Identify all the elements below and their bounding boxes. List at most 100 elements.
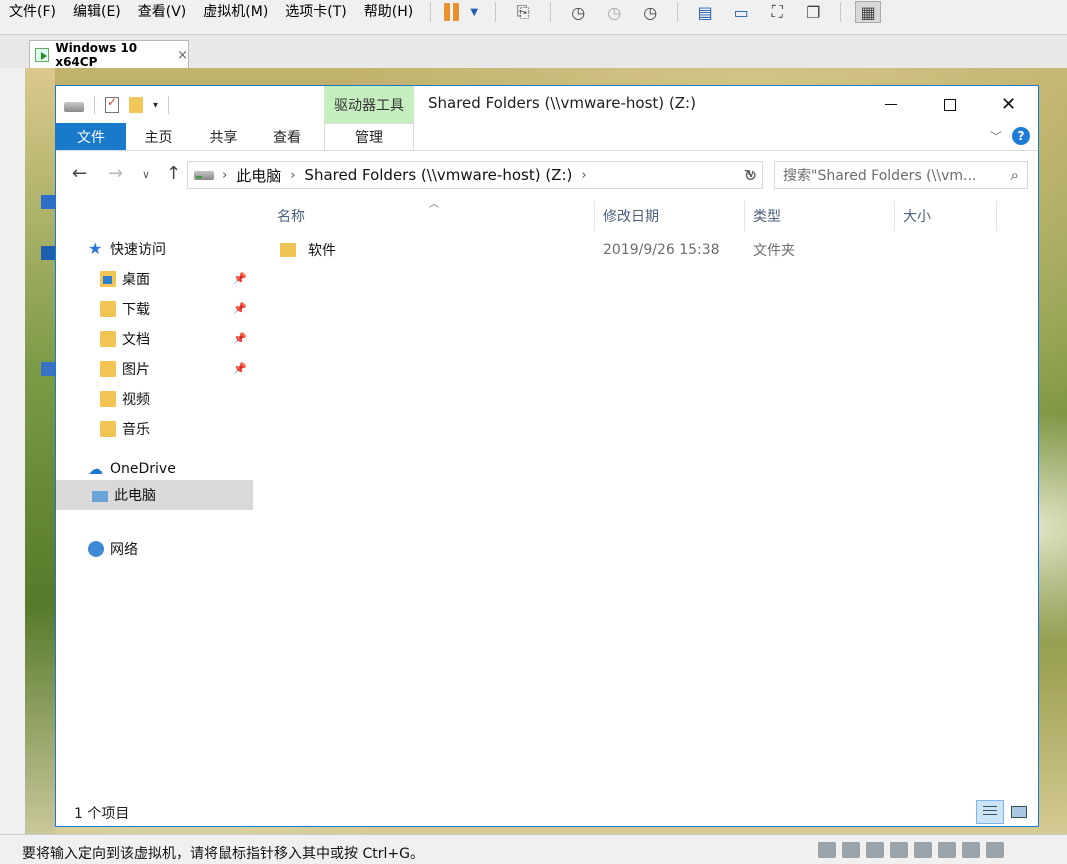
search-input[interactable]: 搜索"Shared Folders (\\vm... ⌕ — [774, 161, 1028, 189]
tab-home[interactable]: 主页 — [126, 123, 191, 150]
thumbnail-bar-icon[interactable]: ▭ — [728, 1, 754, 23]
close-button[interactable]: ✕ — [979, 86, 1038, 123]
nav-downloads[interactable]: 下载 📌 — [56, 295, 253, 323]
menu-edit[interactable]: 编辑(E) — [64, 0, 129, 24]
library-icon[interactable]: ▤ — [692, 1, 718, 23]
nav-music[interactable]: 音乐 — [56, 415, 253, 443]
revert-snapshot-icon[interactable]: ◷ — [601, 1, 627, 23]
nav-onedrive[interactable]: ☁ OneDrive — [56, 455, 253, 483]
sound-icon[interactable] — [914, 842, 932, 858]
minimize-button[interactable] — [861, 86, 920, 123]
chevron-right-icon[interactable]: › — [290, 168, 295, 183]
table-row[interactable]: 软件 2019/9/26 15:38 文件夹 — [273, 238, 1013, 262]
breadcrumb-this-pc[interactable]: 此电脑 — [236, 165, 281, 186]
tab-file[interactable]: 文件 — [56, 123, 126, 150]
file-name: 软件 — [308, 243, 336, 259]
desktop-shortcut-icon[interactable] — [41, 362, 55, 376]
recent-locations-icon[interactable]: ∨ — [142, 168, 150, 181]
videos-folder-icon — [100, 391, 116, 407]
pause-icon[interactable] — [440, 1, 462, 23]
usb-icon[interactable] — [890, 842, 908, 858]
nav-label: 网络 — [110, 542, 138, 558]
nav-label: 文档 — [122, 332, 150, 348]
chevron-right-icon[interactable]: › — [222, 168, 227, 183]
network-drive-icon — [194, 170, 214, 180]
ribbon-right-controls: ﹀ ? — [990, 127, 1030, 145]
pin-icon[interactable]: 📌 — [233, 272, 247, 285]
title-bar[interactable]: ▾ 驱动器工具 Shared Folders (\\vmware-host) (… — [56, 86, 1038, 123]
snapshot-icon[interactable]: ◷ — [565, 1, 591, 23]
console-view-icon[interactable]: ▦ — [855, 1, 882, 23]
refresh-icon[interactable]: ↻ — [739, 161, 763, 189]
chevron-right-icon[interactable]: › — [581, 168, 586, 183]
column-type[interactable]: 类型 — [749, 201, 895, 231]
unity-icon[interactable]: ❐ — [800, 1, 826, 23]
back-arrow-icon[interactable]: ← — [72, 163, 87, 184]
menu-tabs[interactable]: 选项卡(T) — [276, 0, 354, 24]
nav-videos[interactable]: 视频 — [56, 385, 253, 413]
nav-pictures[interactable]: 图片 📌 — [56, 355, 253, 383]
search-placeholder: 搜索"Shared Folders (\\vm... — [783, 168, 977, 184]
cd-rom-icon[interactable] — [842, 842, 860, 858]
new-folder-icon[interactable] — [129, 97, 143, 113]
vm-tab[interactable]: Windows 10 x64CP × — [29, 40, 189, 69]
details-view-button[interactable] — [976, 800, 1004, 824]
forward-arrow-icon[interactable]: → — [108, 163, 123, 184]
printer-icon[interactable] — [938, 842, 956, 858]
menu-file[interactable]: 文件(F) — [0, 0, 64, 24]
properties-icon[interactable] — [105, 95, 119, 113]
menu-help[interactable]: 帮助(H) — [355, 0, 421, 24]
network-adapter-icon[interactable] — [866, 842, 884, 858]
column-size[interactable]: 大小 — [899, 201, 997, 231]
nav-documents[interactable]: 文档 📌 — [56, 325, 253, 353]
nav-this-pc[interactable]: 此电脑 — [56, 480, 253, 510]
navigation-pane: ★ 快速访问 桌面 📌 下载 📌 文档 📌 图片 📌 视频 音乐 ☁ OneDr… — [56, 201, 253, 796]
send-ctrl-alt-del-icon[interactable]: ⎘ — [510, 1, 536, 23]
column-name[interactable]: 名称 — [273, 201, 595, 231]
file-list: ︿ 名称 修改日期 类型 大小 软件 2019/9/26 15:38 文件夹 — [253, 199, 1038, 796]
fullscreen-icon[interactable]: ⛶ — [764, 1, 790, 23]
toolbar-separator — [677, 2, 679, 22]
details-view-icon — [983, 806, 997, 818]
status-bar: 1 个项目 — [56, 796, 1038, 826]
desktop-shortcut-icon[interactable] — [41, 246, 55, 260]
nav-network[interactable]: 网络 — [56, 535, 253, 563]
up-arrow-icon[interactable]: ↑ — [166, 163, 181, 184]
tab-manage[interactable]: 管理 — [324, 123, 414, 150]
snapshot-manager-icon[interactable]: ◷ — [637, 1, 663, 23]
pin-icon[interactable]: 📌 — [233, 332, 247, 345]
help-icon[interactable]: ? — [1012, 127, 1030, 145]
vm-status-message: 要将输入定向到该虚拟机，请将鼠标指针移入其中或按 Ctrl+G。 — [22, 846, 424, 862]
device-tray — [818, 842, 1004, 858]
address-bar[interactable]: › 此电脑 › Shared Folders (\\vmware-host) (… — [187, 161, 763, 189]
documents-folder-icon — [100, 331, 116, 347]
pin-icon[interactable]: 📌 — [233, 362, 247, 375]
tab-share[interactable]: 共享 — [191, 123, 256, 150]
file-type: 文件夹 — [753, 243, 795, 259]
breadcrumb-shared-folders[interactable]: Shared Folders (\\vmware-host) (Z:) — [304, 166, 572, 184]
nav-desktop[interactable]: 桌面 📌 — [56, 265, 253, 293]
desktop-folder-icon — [100, 271, 116, 287]
menu-vm[interactable]: 虚拟机(M) — [194, 0, 276, 24]
nav-label: 快速访问 — [110, 242, 166, 258]
message-icon[interactable] — [986, 842, 1004, 858]
desktop-shortcut-icon[interactable] — [41, 195, 55, 209]
display-icon[interactable] — [962, 842, 980, 858]
folder-icon — [280, 243, 296, 257]
large-icons-view-button[interactable] — [1008, 801, 1030, 823]
pin-icon[interactable]: 📌 — [233, 302, 247, 315]
column-date-modified[interactable]: 修改日期 — [599, 201, 745, 231]
close-icon[interactable]: × — [177, 48, 188, 63]
maximize-button[interactable] — [920, 86, 979, 123]
nav-quick-access[interactable]: ★ 快速访问 — [56, 235, 253, 263]
window-controls: ✕ — [861, 86, 1038, 123]
search-icon[interactable]: ⌕ — [1011, 166, 1019, 184]
hard-disk-icon[interactable] — [818, 842, 836, 858]
menu-view[interactable]: 查看(V) — [129, 0, 195, 24]
file-date-modified: 2019/9/26 15:38 — [603, 242, 720, 258]
tab-view[interactable]: 查看 — [256, 123, 318, 150]
chevron-down-icon[interactable]: ﹀ — [990, 128, 1002, 145]
chevron-down-icon[interactable]: ▼ — [467, 1, 481, 23]
vmware-tab-strip: Windows 10 x64CP × — [0, 34, 1067, 69]
customize-qat-icon[interactable]: ▾ — [153, 100, 158, 111]
